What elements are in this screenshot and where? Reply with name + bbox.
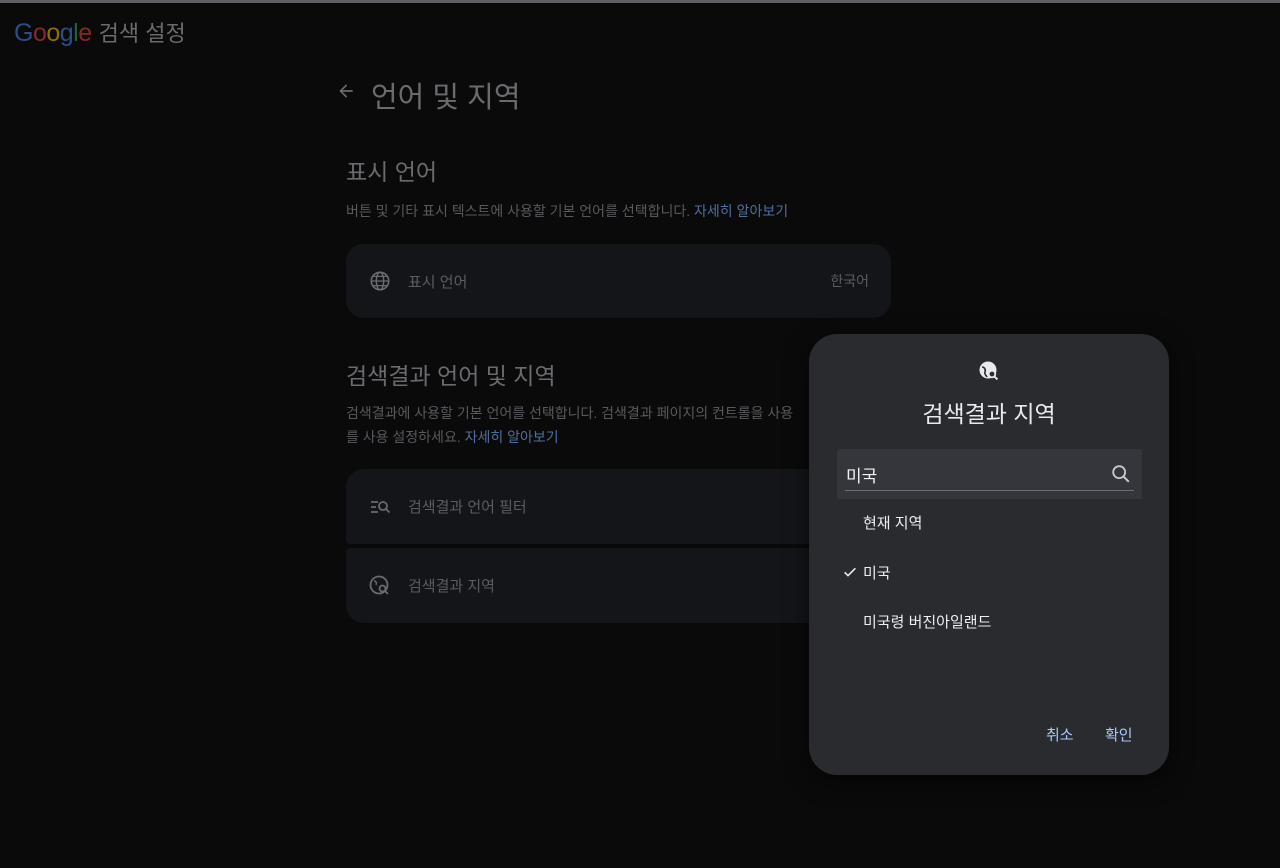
results-language-region-heading: 검색결과 언어 및 지역 [346,363,556,389]
region-search-box [837,449,1142,499]
logo-letter: e [78,19,92,47]
globe-search-icon [368,574,392,598]
learn-more-link[interactable]: 자세히 알아보기 [465,429,559,445]
option-label: 미국령 버진아일랜드 [863,613,992,631]
display-language-row[interactable]: 표시 언어 한국어 [346,244,891,318]
description-line: 를 사용 설정하세요. 자세히 알아보기 [346,425,826,449]
page-title: 언어 및 지역 [371,82,521,114]
row-label: 검색결과 언어 필터 [408,499,527,516]
input-underline [845,490,1134,491]
learn-more-link[interactable]: 자세히 알아보기 [694,203,788,219]
filter-search-icon [368,495,392,519]
search-icon[interactable] [1108,461,1134,487]
display-language-description: 버튼 및 기타 표시 텍스트에 사용할 기본 언어를 선택합니다. 자세히 알아… [346,199,816,223]
window-top-border [0,0,1280,3]
row-value: 한국어 [830,273,869,289]
check-icon [842,564,858,580]
option-label: 미국 [863,564,891,582]
arrow-left-icon [339,84,353,98]
option-label: 현재 지역 [863,514,923,532]
region-option-selected[interactable]: 미국 [809,550,1169,594]
dialog-title: 검색결과 지역 [922,401,1056,427]
row-label: 검색결과 지역 [408,578,495,595]
confirm-button[interactable]: 확인 [1099,720,1139,749]
description-text: 버튼 및 기타 표시 텍스트에 사용할 기본 언어를 선택합니다. [346,203,691,219]
row-label: 표시 언어 [408,273,468,291]
globe-icon [368,269,392,293]
google-logo[interactable]: Google [14,19,92,48]
settings-title: 검색 설정 [98,21,186,46]
cancel-button[interactable]: 취소 [1040,720,1080,749]
logo-letter: o [32,19,47,47]
results-description: 검색결과에 사용할 기본 언어를 선택합니다. 검색결과 페이지의 컨트롤을 사… [346,401,826,449]
back-button[interactable] [333,78,359,104]
brand-header: Google 검색 설정 [14,16,186,48]
logo-letter: o [46,19,60,47]
region-dialog: 검색결과 지역 현재 지역 미국 미국령 버진아일랜드 취소 확인 [809,334,1169,775]
region-search-input[interactable] [846,463,1096,485]
region-option[interactable]: 미국령 버진아일랜드 [809,599,1169,643]
logo-letter: g [59,19,74,47]
region-option[interactable]: 현재 지역 [809,500,1169,544]
description-text: 를 사용 설정하세요. [346,429,461,445]
description-line: 검색결과에 사용할 기본 언어를 선택합니다. 검색결과 페이지의 컨트롤을 사… [346,405,794,421]
logo-letter: G [14,19,33,47]
display-language-heading: 표시 언어 [346,159,438,185]
globe-search-icon [977,359,1001,383]
